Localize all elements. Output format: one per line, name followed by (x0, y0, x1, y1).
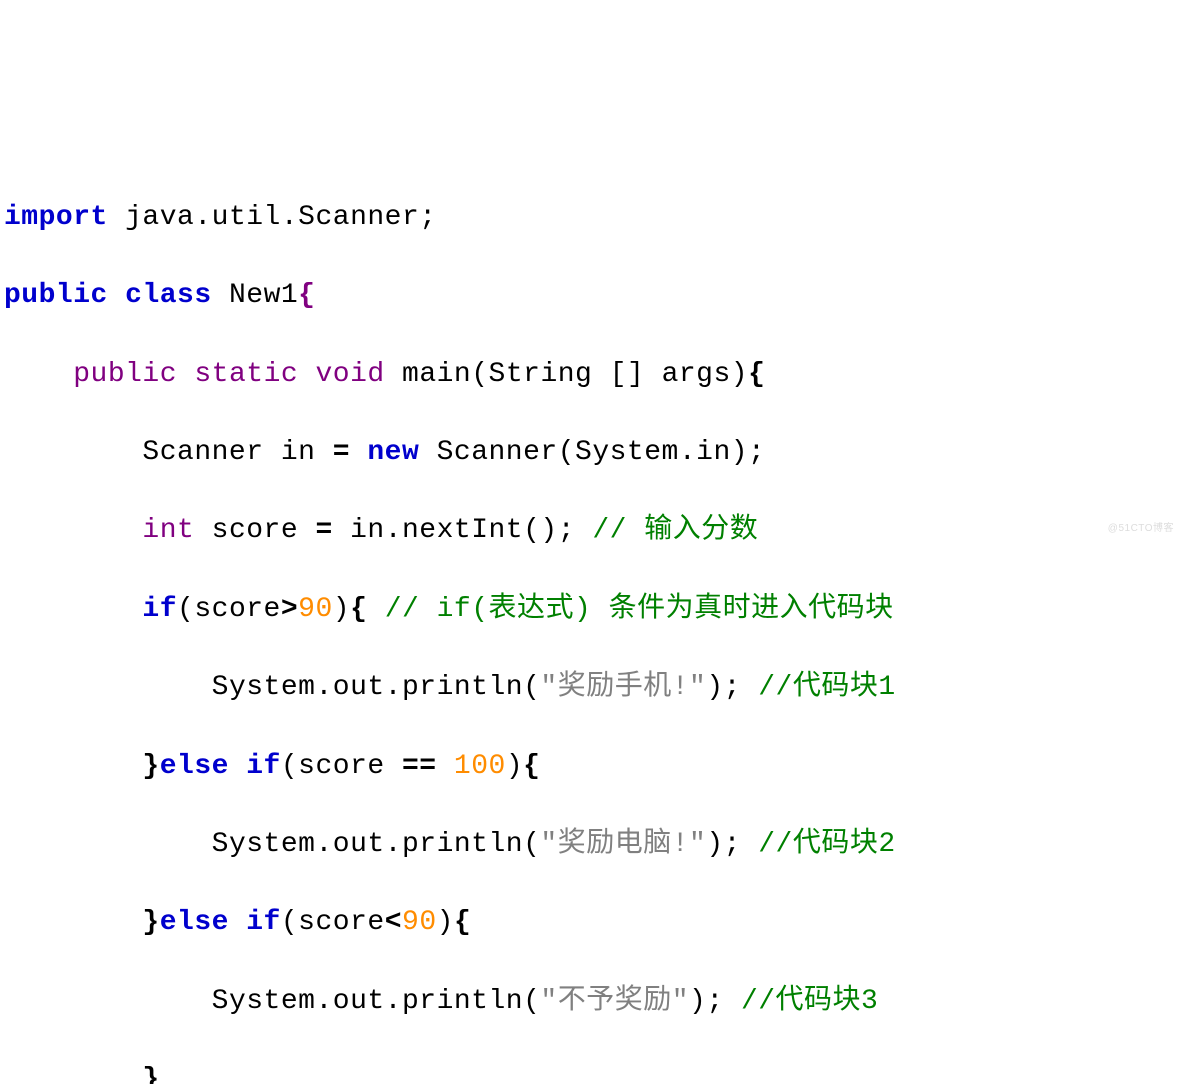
code-line-4: Scanner in = new Scanner(System.in); (4, 433, 1180, 472)
cond-close: ) (506, 751, 523, 782)
open-brace: { (748, 359, 765, 390)
number-100: 100 (454, 751, 506, 782)
keyword-if: if (229, 751, 281, 782)
comment-block2: //代码块2 (758, 829, 895, 860)
keyword-class: class (125, 280, 212, 311)
close-brace: } (142, 1064, 159, 1084)
code-line-2: public class New1{ (4, 276, 1180, 315)
string-computer: "奖励电脑!" (540, 829, 706, 860)
code-line-10: }else if(score<90){ (4, 903, 1180, 942)
code-line-6: if(score>90){ // if(表达式) 条件为真时进入代码块 (4, 590, 1180, 629)
cond-open: (score (281, 907, 385, 938)
keyword-new: new (350, 437, 419, 468)
string-no-reward: "不予奖励" (540, 986, 689, 1017)
code-line-5: int score = in.nextInt(); // 输入分数 (4, 511, 1180, 550)
keyword-public: public (4, 280, 108, 311)
code-line-7: System.out.println("奖励手机!"); //代码块1 (4, 668, 1180, 707)
println-call: System.out.println( (212, 672, 541, 703)
keyword-import: import (4, 202, 108, 233)
code-line-11: System.out.println("不予奖励"); //代码块3 (4, 982, 1180, 1021)
watermark: @51CTO博客 (1108, 522, 1174, 536)
open-brace: { (454, 907, 471, 938)
package-name: java.util.Scanner; (108, 202, 437, 233)
close-brace: } (142, 751, 159, 782)
assign-op: = (333, 437, 350, 468)
keyword-if: if (229, 907, 281, 938)
code-editor: import java.util.Scanner; public class N… (4, 159, 1180, 1084)
keyword-else: else (160, 751, 229, 782)
open-brace: { (298, 280, 315, 311)
close-brace: } (142, 907, 159, 938)
comment-if-expr: // if(表达式) 条件为真时进入代码块 (385, 594, 894, 625)
keyword-void: void (316, 359, 385, 390)
string-phone: "奖励手机!" (540, 672, 706, 703)
number-90: 90 (298, 594, 333, 625)
keyword-static: static (194, 359, 298, 390)
comment-block3: //代码块3 (741, 986, 878, 1017)
keyword-public: public (73, 359, 177, 390)
open-brace: { (523, 751, 540, 782)
comment-block1: //代码块1 (758, 672, 895, 703)
cond-close: ) (333, 594, 350, 625)
scanner-declaration: Scanner in (142, 437, 332, 468)
gt-op: > (281, 594, 298, 625)
call-end: ); (706, 672, 758, 703)
open-brace: { (350, 594, 367, 625)
code-line-9: System.out.println("奖励电脑!"); //代码块2 (4, 825, 1180, 864)
cond-open: (score (281, 751, 402, 782)
code-line-3: public static void main(String [] args){ (4, 355, 1180, 394)
call-end: ); (689, 986, 741, 1017)
cond-open: (score (177, 594, 281, 625)
method-params: (String [] args) (471, 359, 748, 390)
scanner-constructor: Scanner(System.in); (419, 437, 765, 468)
eqeq-op: == (402, 751, 437, 782)
class-name: New1 (212, 280, 299, 311)
call-end: ); (706, 829, 758, 860)
code-line-12: } (4, 1060, 1180, 1084)
lt-op: < (385, 907, 402, 938)
keyword-else: else (160, 907, 229, 938)
code-line-8: }else if(score == 100){ (4, 747, 1180, 786)
cond-close: ) (437, 907, 454, 938)
method-main: main (385, 359, 472, 390)
println-call: System.out.println( (212, 986, 541, 1017)
keyword-if: if (142, 594, 177, 625)
number-90: 90 (402, 907, 437, 938)
code-line-1: import java.util.Scanner; (4, 198, 1180, 237)
println-call: System.out.println( (212, 829, 541, 860)
